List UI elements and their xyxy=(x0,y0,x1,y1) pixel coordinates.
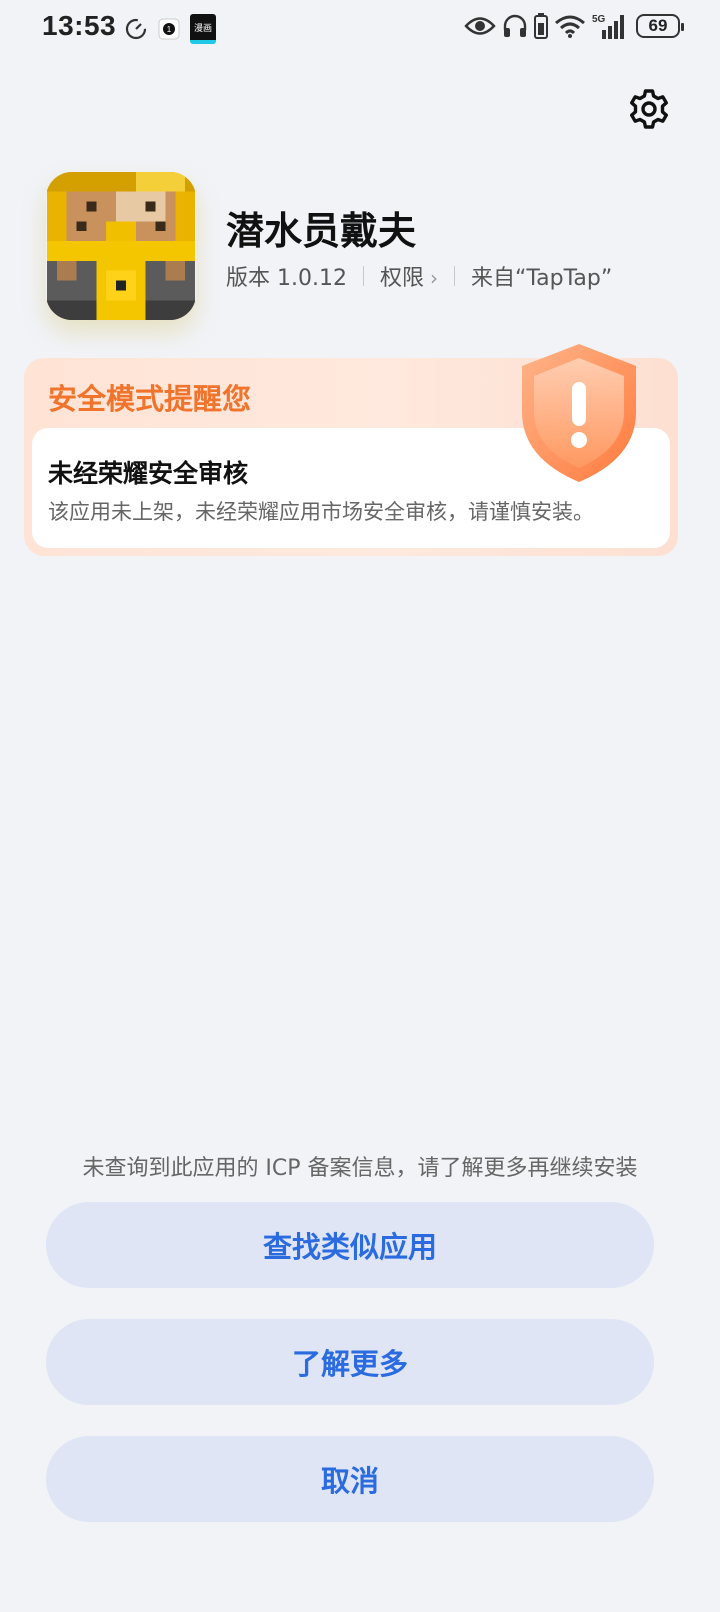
small-battery-icon xyxy=(534,13,548,39)
app-name: 潜水员戴夫 xyxy=(226,209,417,253)
app-icon xyxy=(46,172,196,320)
icp-note: 未查询到此应用的 ICP 备案信息，请了解更多再继续安装 xyxy=(82,1156,638,1181)
status-bar: 13:53 1 漫画 5G 69 xyxy=(0,0,720,56)
battery-indicator: 69 xyxy=(636,14,684,38)
safety-warning-card: 安全模式提醒您 未经荣耀安全审核 该应用未上架，未经荣耀应用市场安全审核，请谨慎… xyxy=(24,344,678,556)
speed-gauge-icon xyxy=(125,18,147,40)
app-meta: 版本 1.0.12 权限 › 来自“TapTap” xyxy=(226,260,612,292)
svg-text:5G: 5G xyxy=(592,14,606,25)
cellular-signal-icon: 5G xyxy=(592,14,624,39)
cancel-button[interactable]: 取消 xyxy=(46,1436,654,1522)
find-similar-apps-button[interactable]: 查找类似应用 xyxy=(46,1202,654,1288)
diver-pixel-art xyxy=(47,172,195,320)
svg-text:1: 1 xyxy=(167,25,172,34)
settings-gear-icon[interactable] xyxy=(628,88,670,130)
status-time: 13:53 xyxy=(42,10,117,41)
status-left-icons: 1 漫画 xyxy=(124,14,216,44)
permissions-link[interactable]: 权限 › xyxy=(380,260,438,292)
safety-heading: 未经荣耀安全审核 xyxy=(48,459,249,488)
app-version: 版本 1.0.12 xyxy=(226,266,347,291)
status-right-icons: 5G 69 xyxy=(464,12,684,40)
safety-title: 安全模式提醒您 xyxy=(48,382,252,416)
learn-more-button[interactable]: 了解更多 xyxy=(46,1319,654,1405)
headphones-icon xyxy=(503,14,527,37)
comic-app-icon: 漫画 xyxy=(190,14,216,44)
meta-divider xyxy=(453,266,455,286)
meta-divider xyxy=(362,266,364,286)
eye-icon xyxy=(464,17,496,35)
notification-app-icon: 1 xyxy=(158,18,180,40)
wifi-icon xyxy=(555,15,585,38)
app-source: 来自“TapTap” xyxy=(470,266,613,291)
warning-shield-icon xyxy=(522,344,636,482)
chevron-right-icon: › xyxy=(429,266,438,290)
safety-description: 该应用未上架，未经荣耀应用市场安全审核，请谨慎安装。 xyxy=(48,500,594,524)
